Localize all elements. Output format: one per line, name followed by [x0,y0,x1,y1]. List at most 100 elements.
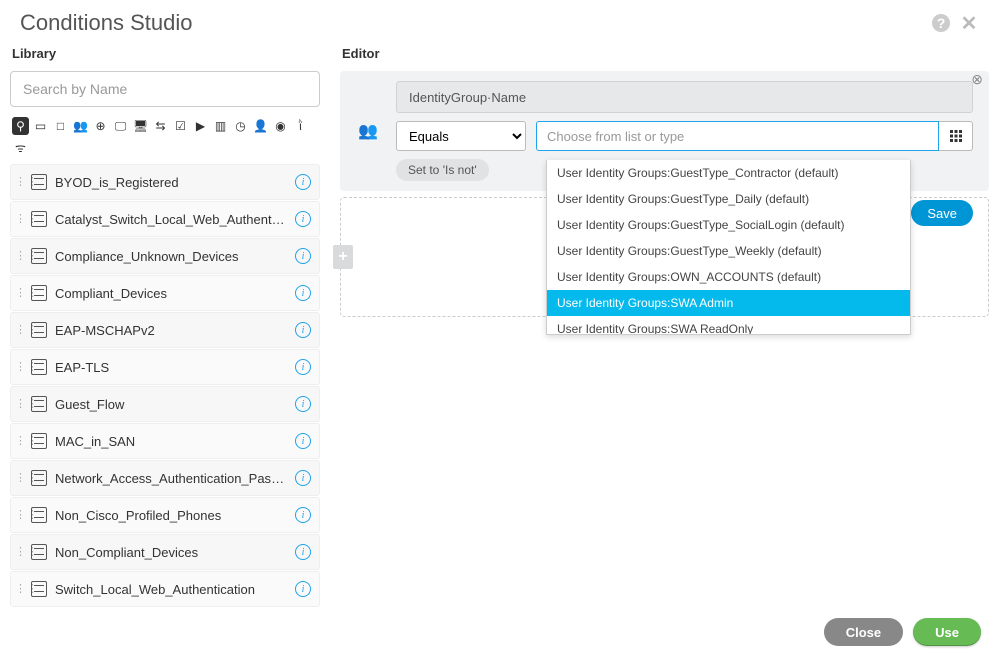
library-item[interactable]: ⋮⋮ Compliant_Devices i [10,275,320,311]
info-icon[interactable]: i [295,396,311,412]
drag-handle-icon[interactable]: ⋮⋮ [15,180,23,185]
condition-icon [31,433,47,449]
info-icon[interactable]: i [295,433,311,449]
value-dropdown: User Identity Groups:GuestType_Contracto… [546,160,911,335]
dropdown-option[interactable]: User Identity Groups:GuestType_Contracto… [547,160,910,186]
library-item-label: Guest_Flow [55,397,287,412]
library-item[interactable]: ⋮⋮ Non_Cisco_Profiled_Phones i [10,497,320,533]
library-item-label: BYOD_is_Registered [55,175,287,190]
library-item[interactable]: ⋮⋮ BYOD_is_Registered i [10,164,320,200]
library-item-label: Non_Cisco_Profiled_Phones [55,508,287,523]
info-icon[interactable]: i [295,507,311,523]
info-icon[interactable]: i [295,248,311,264]
condition-icon [31,359,47,375]
library-list: ⋮⋮BYOD_is_Registeredi ⋮⋮Catalyst_Switch_… [10,164,320,607]
condition-icon [31,174,47,190]
clock-icon[interactable]: ◷ [232,117,249,135]
library-item[interactable]: ⋮⋮ Catalyst_Switch_Local_Web_Authenticati… [10,201,320,237]
dropdown-option[interactable]: User Identity Groups:GuestType_Weekly (d… [547,238,910,264]
condition-icon [31,248,47,264]
drag-handle-icon[interactable]: ⋮⋮ [15,291,23,296]
dropdown-option[interactable]: User Identity Groups:GuestType_SocialLog… [547,212,910,238]
library-item[interactable]: ⋮⋮MAC_in_SANi [10,423,320,459]
close-button[interactable]: Close [824,618,903,646]
condition-icon [31,544,47,560]
desktop-icon[interactable]: 🖥 [132,117,149,135]
info-icon[interactable]: i [295,544,311,560]
dropdown-option[interactable]: User Identity Groups:OWN_ACCOUNTS (defau… [547,264,910,290]
value-picker-button[interactable] [939,121,973,151]
library-item[interactable]: ⋮⋮ EAP-MSCHAPv2 i [10,312,320,348]
info-icon[interactable]: i [295,359,311,375]
info-icon[interactable]: i [295,174,311,190]
remove-condition-icon[interactable]: ⊗ [971,71,983,88]
play-icon[interactable]: ▶ [192,117,209,135]
library-item[interactable]: ⋮⋮ Non_Compliant_Devices i [10,534,320,570]
library-item-label: Non_Compliant_Devices [55,545,287,560]
info-icon[interactable]: i [295,211,311,227]
add-condition-icon[interactable]: + [333,245,353,269]
info-icon[interactable]: i [295,322,311,338]
monitor-icon[interactable]: 🖵 [112,117,129,135]
drag-handle-icon[interactable]: ⋮⋮ [15,217,23,222]
dropdown-option[interactable]: User Identity Groups:SWA Admin [547,290,910,316]
info-icon[interactable]: i [295,470,311,486]
use-button[interactable]: Use [913,618,981,646]
drag-handle-icon[interactable]: ⋮⋮ [15,439,23,444]
pin-icon[interactable]: ⚲ [12,117,29,135]
badge-icon[interactable]: ▭ [32,117,49,135]
wifi-icon[interactable]: ᯤ [12,138,29,156]
info-icon[interactable]: i [295,581,311,597]
drag-handle-icon[interactable]: ⋮⋮ [15,513,23,518]
person-icon[interactable]: 👤 [252,117,269,135]
drag-handle-icon[interactable]: ⋮⋮ [15,587,23,592]
switch-icon[interactable]: ⇆ [152,117,169,135]
svg-text:?: ? [937,15,946,31]
antenna-icon[interactable]: ῒ [292,117,309,135]
globe-icon[interactable]: ⊕ [92,117,109,135]
dropdown-option[interactable]: User Identity Groups:SWA ReadOnly [547,316,910,335]
value-input[interactable] [536,121,939,151]
attribute-field[interactable]: IdentityGroup·Name [396,81,973,113]
group-icon[interactable]: 👥 [72,117,89,135]
info-icon[interactable]: i [295,285,311,301]
library-title: Library [10,46,320,71]
identity-group-icon: 👥 [350,81,386,141]
library-item[interactable]: ⋮⋮ Compliance_Unknown_Devices i [10,238,320,274]
filter-icon-row: ⚲ ▭ □ 👥 ⊕ 🖵 🖥 ⇆ ☑ ▶ ▥ ◷ 👤 ◉ ῒ ᯤ [10,117,320,156]
condition-icon [31,507,47,523]
editor-title: Editor [340,46,989,71]
library-item-label: Network_Access_Authentication_Passed [55,471,287,486]
condition-icon [31,396,47,412]
operator-select[interactable]: Equals [396,121,526,151]
library-item-label: EAP-MSCHAPv2 [55,323,287,338]
search-input[interactable] [10,71,320,107]
library-item[interactable]: ⋮⋮ Network_Access_Authentication_Passed i [10,460,320,496]
condition-icon [31,470,47,486]
shield-icon[interactable]: ◉ [272,117,289,135]
condition-icon [31,581,47,597]
condition-icon [31,211,47,227]
close-icon[interactable]: ✕ [959,13,979,33]
dropdown-option[interactable]: User Identity Groups:GuestType_Daily (de… [547,186,910,212]
drag-handle-icon[interactable]: ⋮⋮ [15,328,23,333]
library-item-label: EAP-TLS [55,360,287,375]
library-item-label: Catalyst_Switch_Local_Web_Authentication [55,212,287,227]
check-icon[interactable]: ☑ [172,117,189,135]
set-is-not-toggle[interactable]: Set to 'Is not' [396,159,489,181]
library-item[interactable]: ⋮⋮Switch_Local_Web_Authenticationi [10,571,320,607]
drag-handle-icon[interactable]: ⋮⋮ [15,254,23,259]
drag-handle-icon[interactable]: ⋮⋮ [15,550,23,555]
library-item-label: Compliance_Unknown_Devices [55,249,287,264]
device-icon[interactable]: □ [52,117,69,135]
library-item-label: Compliant_Devices [55,286,287,301]
help-icon[interactable]: ? [931,13,951,33]
drag-handle-icon[interactable]: ⋮⋮ [15,365,23,370]
drag-handle-icon[interactable]: ⋮⋮ [15,476,23,481]
condition-icon [31,285,47,301]
drag-handle-icon[interactable]: ⋮⋮ [15,402,23,407]
building-icon[interactable]: ▥ [212,117,229,135]
page-title: Conditions Studio [20,10,192,36]
library-item[interactable]: ⋮⋮ EAP-TLS i [10,349,320,385]
library-item[interactable]: ⋮⋮ Guest_Flow i [10,386,320,422]
